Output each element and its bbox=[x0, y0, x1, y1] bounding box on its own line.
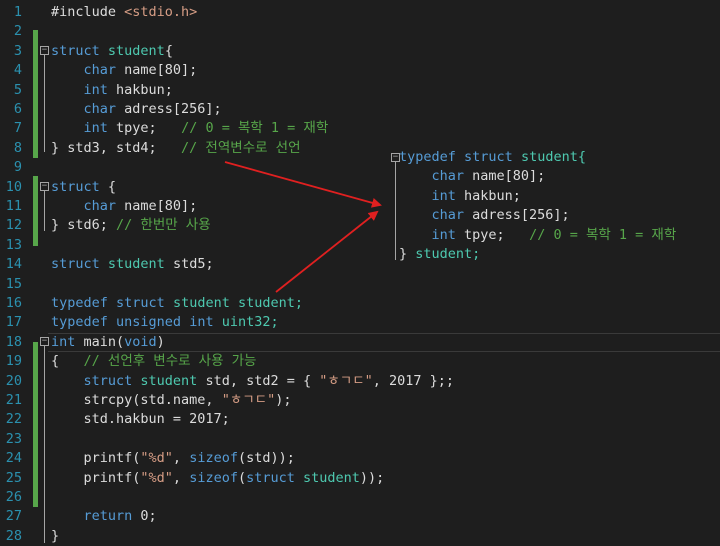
arrow-from-struct-declaration bbox=[224, 161, 382, 208]
arrow-from-typedef-line bbox=[275, 210, 379, 293]
annotation-arrows bbox=[224, 161, 382, 293]
code-editor[interactable]: 1 2 3 4 5 6 7 8 9 10 11 12 13 14 15 16 17 18 19 20 21 22 23 24 2… bbox=[0, 0, 720, 544]
